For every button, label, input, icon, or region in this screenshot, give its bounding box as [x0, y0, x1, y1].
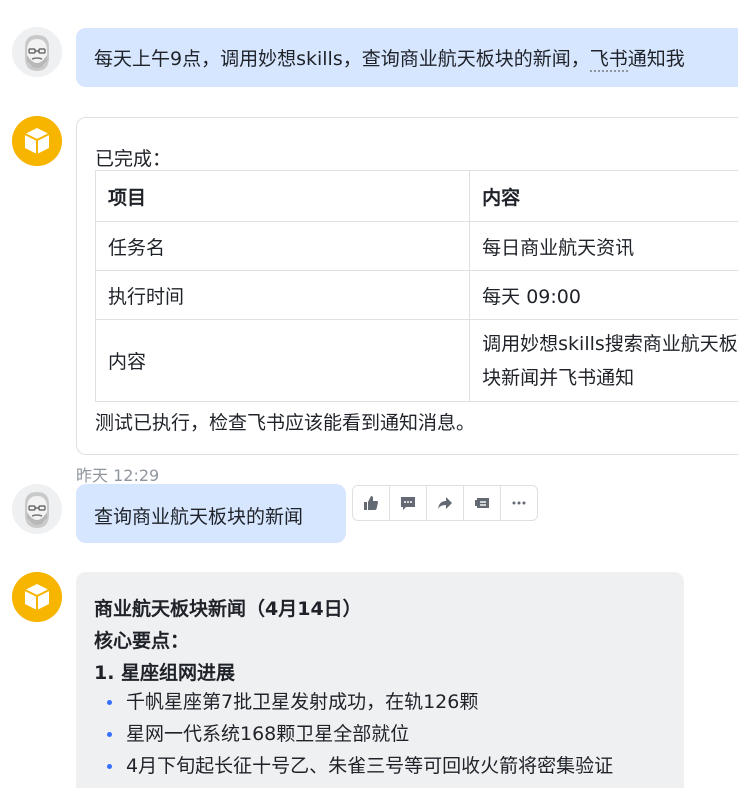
- table-cell: 每日商业航天资讯: [469, 221, 738, 271]
- user-avatar[interactable]: [12, 27, 62, 77]
- user-avatar[interactable]: [12, 484, 62, 534]
- feishu-link[interactable]: 飞书: [589, 48, 628, 72]
- list-item: 4月下旬起长征十号乙、朱雀三号等可回收火箭将密集验证: [94, 750, 613, 782]
- table-row: 任务名 每日商业航天资讯: [94, 221, 738, 271]
- chat-window: 每天上午9点，调用妙想skills，查询商业航天板块的新闻，飞书通知我 已完成：…: [0, 0, 738, 788]
- table-cell: 调用妙想skills搜索商业航天板块新闻并飞书通知: [469, 319, 738, 402]
- bot-news-card: 商业航天板块新闻（4月14日） 核心要点： 1. 星座组网进展 千帆星座第7批卫…: [76, 572, 684, 788]
- table-row: 执行时间 每天 09:00: [94, 270, 738, 320]
- bot-avatar[interactable]: [12, 116, 62, 166]
- status-label: 已完成：: [95, 148, 172, 170]
- message-text: 查询商业航天板块的新闻: [94, 506, 304, 528]
- user-message-1: 每天上午9点，调用妙想skills，查询商业航天板块的新闻，飞书通知我: [76, 28, 738, 87]
- message-action-toolbar: [352, 485, 538, 521]
- news-bullet-list: 千帆星座第7批卫星发射成功，在轨126颗 星网一代系统168颗卫星全部就位 4月…: [94, 686, 613, 782]
- box-icon: [12, 572, 62, 622]
- core-points-heading: 核心要点：: [94, 630, 190, 652]
- list-item: 千帆星座第7批卫星发射成功，在轨126颗: [94, 686, 613, 718]
- comment-icon[interactable]: [390, 486, 427, 520]
- box-icon: [12, 116, 62, 166]
- news-title: 商业航天板块新闻（4月14日）: [94, 598, 362, 620]
- table-cell: 任务名: [94, 221, 471, 271]
- thumbs-up-icon[interactable]: [353, 486, 390, 520]
- bot-response-card: 已完成： 项目 内容 任务名 每日商业航天资讯 执行时间 每天 09:00 内容…: [76, 117, 738, 455]
- more-icon[interactable]: [501, 486, 537, 520]
- message-text-tail: 通知我: [627, 48, 685, 70]
- table-cell: 内容: [94, 319, 471, 402]
- list-item: 星网一代系统168颗卫星全部就位: [94, 718, 613, 750]
- task-table: 项目 内容 任务名 每日商业航天资讯 执行时间 每天 09:00 内容 调用妙想…: [94, 170, 738, 402]
- message-timestamp: 昨天 12:29: [76, 466, 160, 485]
- user-message-2: 查询商业航天板块的新闻: [76, 484, 346, 543]
- section-heading: 1. 星座组网进展: [94, 662, 236, 684]
- bot-avatar[interactable]: [12, 572, 62, 622]
- card-icon[interactable]: [464, 486, 501, 520]
- table-cell: 每天 09:00: [469, 270, 738, 320]
- share-icon[interactable]: [427, 486, 464, 520]
- table-header: 项目: [94, 170, 471, 222]
- table-row: 内容 调用妙想skills搜索商业航天板块新闻并飞书通知: [94, 319, 738, 402]
- message-text: 每天上午9点，调用妙想skills，查询商业航天板块的新闻，: [94, 48, 590, 70]
- table-cell: 执行时间: [94, 270, 471, 320]
- result-note: 测试已执行，检查飞书应该能看到通知消息。: [95, 412, 476, 434]
- table-header-row: 项目 内容: [94, 170, 738, 222]
- table-header: 内容: [469, 170, 738, 222]
